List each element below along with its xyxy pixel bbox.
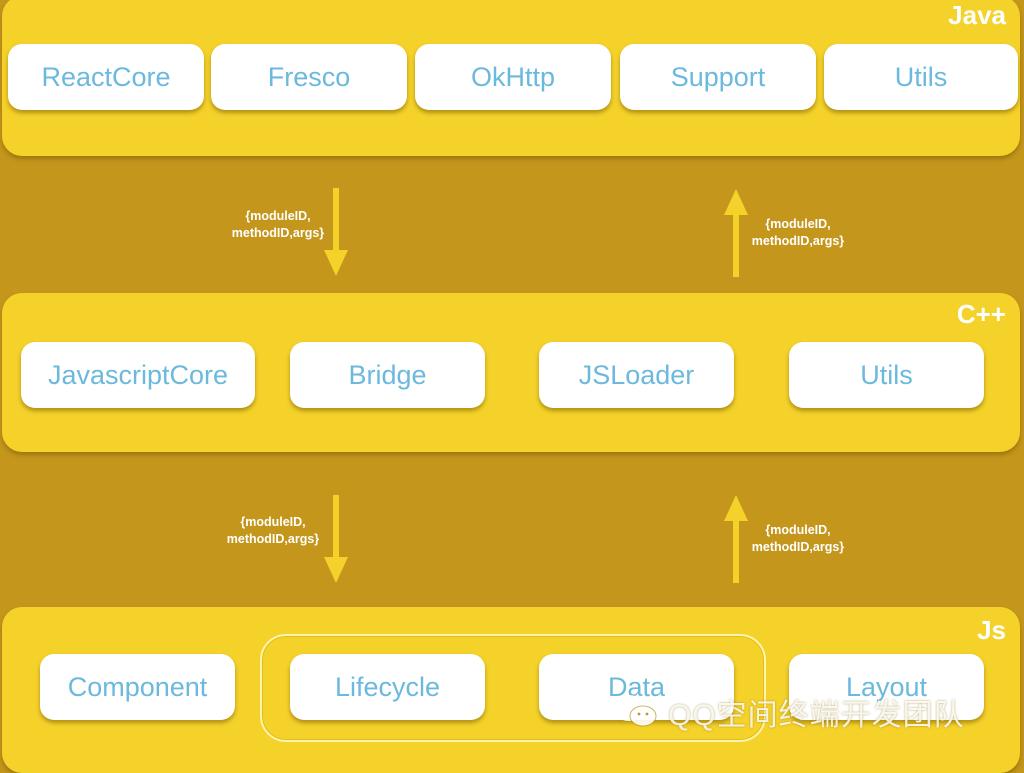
module-bridge: Bridge [290,342,485,408]
arrow-label-cpp-to-java: {moduleID, methodID,args} [751,217,845,248]
java-layer-title: Java [948,0,1006,30]
module-javascriptcore: JavascriptCore [21,342,255,408]
module-support: Support [620,44,816,110]
arrow-head [324,250,348,276]
watermark: QQ空间终端开发团队 [612,690,965,734]
module-reactcore: ReactCore [8,44,204,110]
module-utils-cpp: Utils [789,342,984,408]
cpp-layer-title: C++ [956,299,1006,329]
arrow-label-js-to-cpp: {moduleID, methodID,args} [751,523,845,554]
arrow-head [724,189,748,215]
arrow-shaft [333,495,339,559]
module-okhttp: OkHttp [415,44,611,110]
module-lifecycle: Lifecycle [290,654,485,720]
arrow-head [724,495,748,521]
js-layer-title: Js [977,615,1006,645]
module-jsloader: JSLoader [539,342,734,408]
arrow-label-cpp-to-js: {moduleID, methodID,args} [226,515,320,546]
cpp-layer: C++ JavascriptCore Bridge JSLoader Utils [2,293,1020,452]
module-component: Component [40,654,235,720]
arrow-head [324,557,348,583]
module-fresco: Fresco [211,44,407,110]
module-utils-java: Utils [824,44,1018,110]
java-layer: Java ReactCore Fresco OkHttp Support Uti… [2,0,1020,156]
watermark-text: QQ空间终端开发团队 [668,699,965,732]
wechat-icon [613,695,657,727]
arrow-label-java-to-cpp: {moduleID, methodID,args} [231,209,325,240]
